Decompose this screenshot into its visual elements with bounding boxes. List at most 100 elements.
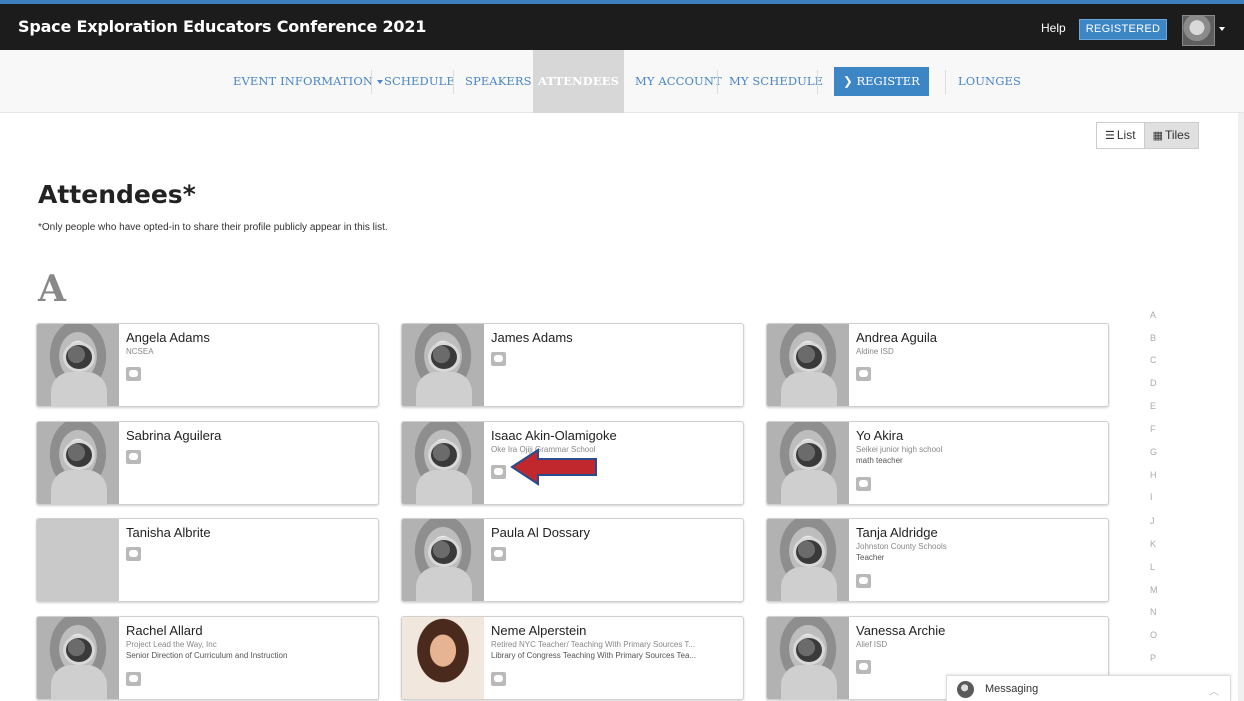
- nav-divider: [371, 70, 372, 94]
- list-view-button[interactable]: ☰ List: [1097, 123, 1144, 148]
- attendee-card[interactable]: Sabrina Aguilera: [36, 421, 379, 505]
- alpha-index-a[interactable]: A: [1150, 310, 1156, 320]
- attendee-card[interactable]: James Adams: [401, 323, 744, 407]
- attendee-photo: [37, 519, 119, 601]
- attendee-name[interactable]: Angela Adams: [126, 330, 210, 345]
- attendee-card[interactable]: Paula Al Dossary: [401, 518, 744, 602]
- chat-icon[interactable]: [126, 450, 141, 464]
- alpha-index-i[interactable]: I: [1150, 492, 1153, 502]
- attendee-card[interactable]: Rachel Allard Project Lead the Way, Inc …: [36, 616, 379, 700]
- nav-event-information[interactable]: EVENT INFORMATION: [233, 50, 384, 113]
- attendee-photo: [402, 324, 484, 406]
- nav-divider: [945, 70, 946, 94]
- chat-icon[interactable]: [126, 547, 141, 561]
- attendee-card[interactable]: Tanisha Albrite: [36, 518, 379, 602]
- alpha-index-m[interactable]: M: [1150, 585, 1158, 595]
- annotation-arrow-icon: [510, 448, 597, 486]
- alpha-index-e[interactable]: E: [1150, 401, 1156, 411]
- help-link[interactable]: Help: [1041, 21, 1066, 35]
- chat-icon[interactable]: [126, 672, 141, 686]
- nav-my-account[interactable]: MY ACCOUNT: [635, 50, 722, 113]
- nav-event-information-label: EVENT INFORMATION: [233, 74, 374, 88]
- attendee-name[interactable]: Andrea Aguila: [856, 330, 937, 345]
- chat-icon[interactable]: [491, 547, 506, 561]
- nav-divider: [817, 70, 818, 94]
- attendee-org: Johnston County Schools: [856, 542, 947, 551]
- attendee-card[interactable]: Angela Adams NCSEA: [36, 323, 379, 407]
- user-avatar-icon[interactable]: [1182, 15, 1215, 46]
- chat-icon[interactable]: [856, 574, 871, 588]
- alpha-index-p[interactable]: P: [1150, 653, 1156, 663]
- tiles-view-label: Tiles: [1164, 128, 1190, 142]
- alpha-index-n[interactable]: N: [1150, 607, 1157, 617]
- alpha-index-j[interactable]: J: [1150, 516, 1155, 526]
- attendee-photo: [37, 617, 119, 699]
- attendee-title: Senior Direction of Curriculum and Instr…: [126, 651, 288, 660]
- attendee-name[interactable]: Neme Alperstein: [491, 623, 586, 638]
- alpha-index-g[interactable]: G: [1150, 447, 1157, 457]
- alpha-index-d[interactable]: D: [1150, 378, 1157, 388]
- chat-icon[interactable]: [491, 465, 506, 479]
- attendee-card[interactable]: Andrea Aguila Aldine ISD: [766, 323, 1109, 407]
- list-icon: ☰: [1105, 130, 1115, 142]
- alpha-index-l[interactable]: L: [1150, 562, 1155, 572]
- chat-icon[interactable]: [856, 367, 871, 381]
- alpha-index-o[interactable]: O: [1150, 630, 1157, 640]
- chevron-right-icon: ❯: [843, 74, 857, 88]
- caret-down-icon[interactable]: [1219, 27, 1225, 31]
- attendee-name[interactable]: Sabrina Aguilera: [126, 428, 221, 443]
- attendee-org: Retired NYC Teacher/ Teaching With Prima…: [491, 640, 696, 649]
- nav-lounges[interactable]: LOUNGES: [958, 50, 1021, 113]
- attendee-name[interactable]: Vanessa Archie: [856, 623, 945, 638]
- attendee-photo: [402, 617, 484, 699]
- attendee-name[interactable]: Tanja Aldridge: [856, 525, 938, 540]
- chat-icon[interactable]: [491, 672, 506, 686]
- alpha-index-c[interactable]: C: [1150, 355, 1157, 365]
- nav-schedule[interactable]: SCHEDULE: [384, 50, 455, 113]
- chat-icon[interactable]: [126, 367, 141, 381]
- attendee-name[interactable]: Rachel Allard: [126, 623, 203, 638]
- chat-icon[interactable]: [856, 477, 871, 491]
- attendee-photo: [402, 519, 484, 601]
- messaging-avatar-icon: [957, 681, 974, 698]
- attendee-photo: [37, 324, 119, 406]
- attendee-org: Aldine ISD: [856, 347, 894, 356]
- attendee-card[interactable]: Neme Alperstein Retired NYC Teacher/ Tea…: [401, 616, 744, 700]
- attendee-name[interactable]: Yo Akira: [856, 428, 903, 443]
- attendee-photo: [767, 422, 849, 504]
- nav-divider: [453, 70, 454, 94]
- view-toggle: ☰ List ▦ Tiles: [1096, 122, 1199, 149]
- attendee-title: Library of Congress Teaching With Primar…: [491, 651, 697, 660]
- nav-my-schedule[interactable]: MY SCHEDULE: [729, 50, 823, 113]
- list-view-label: List: [1116, 128, 1136, 142]
- attendee-name[interactable]: Paula Al Dossary: [491, 525, 590, 540]
- tiles-view-button[interactable]: ▦ Tiles: [1143, 123, 1198, 148]
- chevron-up-icon[interactable]: ︿: [1209, 683, 1219, 698]
- app-title[interactable]: Space Exploration Educators Conference 2…: [18, 17, 426, 36]
- messaging-label: Messaging: [985, 683, 1039, 695]
- chat-icon[interactable]: [491, 352, 506, 366]
- attendee-name[interactable]: Tanisha Albrite: [126, 525, 211, 540]
- nav-divider: [717, 70, 718, 94]
- attendee-card[interactable]: Yo Akira Seikei junior high school math …: [766, 421, 1109, 505]
- attendee-photo: [767, 519, 849, 601]
- section-letter: A: [38, 268, 66, 310]
- attendee-name[interactable]: Isaac Akin-Olamigoke: [491, 428, 617, 443]
- alpha-index-b[interactable]: B: [1150, 333, 1156, 343]
- main-nav: EVENT INFORMATION SCHEDULE SPEAKERS ATTE…: [0, 50, 1244, 113]
- register-button-label: REGISTER: [856, 74, 920, 88]
- register-button[interactable]: ❯ REGISTER: [834, 67, 929, 96]
- attendee-card[interactable]: Tanja Aldridge Johnston County Schools T…: [766, 518, 1109, 602]
- registered-button[interactable]: REGISTERED: [1079, 19, 1167, 40]
- page-title: Attendees*: [38, 180, 196, 209]
- attendee-name[interactable]: James Adams: [491, 330, 573, 345]
- chat-icon[interactable]: [856, 660, 871, 674]
- alpha-index-k[interactable]: K: [1150, 539, 1156, 549]
- attendee-title: Teacher: [856, 553, 885, 562]
- messaging-panel[interactable]: Messaging ︿: [946, 675, 1231, 701]
- nav-attendees[interactable]: ATTENDEES: [533, 50, 624, 113]
- alpha-index-f[interactable]: F: [1150, 424, 1156, 434]
- attendee-title: math teacher: [856, 456, 903, 465]
- alpha-index-h[interactable]: H: [1150, 470, 1157, 480]
- nav-speakers[interactable]: SPEAKERS: [465, 50, 532, 113]
